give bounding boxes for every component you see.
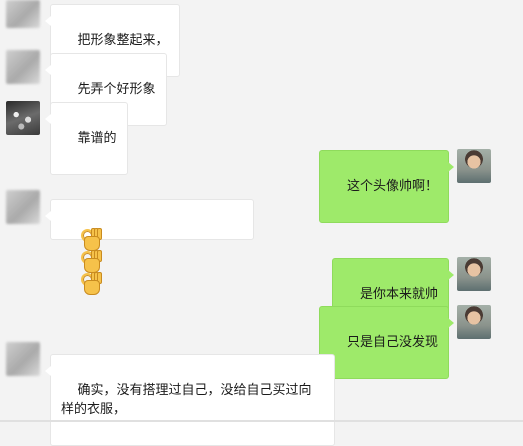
my-avatar[interactable]: [457, 257, 491, 291]
my-avatar[interactable]: [457, 149, 491, 183]
outgoing-message-bubble[interactable]: 只是自己没发现: [319, 306, 454, 379]
ok-hand-icon: [80, 272, 102, 295]
incoming-emoji-bubble[interactable]: [45, 199, 254, 295]
message-text: 先弄个好形象: [77, 82, 156, 97]
contact-avatar[interactable]: [6, 50, 40, 84]
message-text: 把形象整起来，: [77, 33, 169, 48]
message-text: 只是自己没发现: [346, 335, 438, 350]
ok-hand-icon: [80, 228, 102, 251]
ok-hand-icon: [80, 250, 102, 273]
contact-avatar[interactable]: [6, 190, 40, 224]
contact-avatar[interactable]: [6, 342, 40, 376]
message-text: 确实，没有搭理过自己，没给自己买过向样的衣服，: [61, 383, 312, 417]
contact-avatar[interactable]: [6, 0, 40, 28]
my-avatar[interactable]: [457, 305, 491, 339]
incoming-message-bubble[interactable]: 确实，没有搭理过自己，没给自己买过向样的衣服，: [45, 354, 335, 446]
message-text: 是你本来就帅: [359, 287, 438, 302]
incoming-message-bubble[interactable]: 靠谱的: [45, 102, 128, 175]
message-text: 这个头像帅啊！: [346, 179, 438, 194]
contact-avatar[interactable]: [6, 101, 40, 135]
outgoing-message-bubble[interactable]: 这个头像帅啊！: [319, 150, 454, 223]
message-text: 靠谱的: [77, 131, 117, 146]
